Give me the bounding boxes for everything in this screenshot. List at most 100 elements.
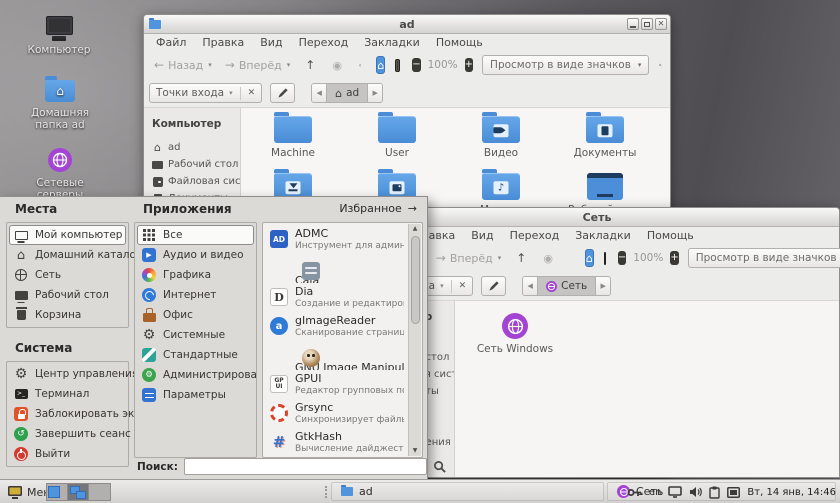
app-item-gtkhash[interactable]: #GtkHashВычисление дайджестов или контро… [263,428,422,457]
stop-icon[interactable]: ◉ [543,252,553,265]
minimize-button[interactable] [627,18,639,30]
sidebar-item-filesystem[interactable]: Файловая систе… [152,173,240,190]
desktop-icon-network-servers[interactable]: Сетевые серверы [22,148,98,201]
app-item-dia[interactable]: DDiaСоздание и редактирование диагра… [263,283,422,312]
clipboard-icon[interactable] [709,486,720,499]
system-lock-screen[interactable]: Заблокировать экран [9,404,126,424]
refresh-icon[interactable] [359,59,361,72]
workspace-3[interactable] [89,484,110,500]
menu-view[interactable]: Вид [252,35,290,50]
scroll-down-icon[interactable]: ▼ [409,446,421,456]
category-office[interactable]: Офис [137,305,254,325]
breadcrumb-current[interactable]: Сеть [537,277,596,295]
back-dropdown-icon[interactable]: ▾ [208,61,212,69]
app-item-admc[interactable]: ADADMCИнструмент для администрировани… [263,225,422,254]
workspace-2[interactable] [68,484,89,500]
edit-location-button[interactable] [481,276,506,296]
zoom-in-button[interactable]: + [465,58,473,72]
category-audio-video[interactable]: ▶Аудио и видео [137,245,254,265]
computer-button[interactable] [604,252,606,265]
home-button[interactable]: ⌂ [585,249,594,267]
app-item-caja[interactable]: CajaПросмотр файловой системы в файл… [263,254,422,283]
zoom-out-button[interactable]: − [618,251,626,265]
category-administration[interactable]: ⚙Администрирование [137,365,254,385]
scrollbar-thumb[interactable] [411,236,420,324]
breadcrumb-next-icon[interactable]: ▶ [368,84,382,102]
forward-dropdown-icon[interactable]: ▾ [498,254,502,262]
breadcrumb-prev-icon[interactable]: ◀ [523,277,537,295]
file-item[interactable]: Документы [553,113,657,170]
place-desktop[interactable]: Рабочий стол [9,285,126,305]
breadcrumb-prev-icon[interactable]: ◀ [312,84,326,102]
taskbar-item-ad[interactable]: ad [331,482,604,501]
app-item-gpui[interactable]: GPUIGPUIРедактор групповых политик позво… [263,370,422,399]
zoom-out-button[interactable]: − [412,58,420,72]
screen-settings-icon[interactable] [727,487,740,498]
computer-button[interactable] [395,59,400,72]
system-quit[interactable]: Выйти [9,444,126,464]
category-graphics[interactable]: Графика [137,265,254,285]
menu-file[interactable]: Файл [148,35,194,50]
workspace-switcher[interactable] [46,483,111,501]
file-item[interactable]: Machine [241,113,345,170]
forward-button[interactable]: →Вперёд [436,251,493,265]
breadcrumb-current[interactable]: ⌂ad [326,84,368,102]
menu-bookmarks[interactable]: Закладки [356,35,428,50]
place-my-computer[interactable]: Мой компьютер [9,225,126,245]
app-item-gimp[interactable]: GNU Image Manipulation Progr…Создание из… [263,341,422,370]
menu-help[interactable]: Помощь [639,228,702,243]
file-item[interactable]: User [345,113,449,170]
up-button[interactable]: ↑ [516,251,526,265]
desktop-icon-home-folder[interactable]: ⌂ Домашняя папка ad [14,80,106,131]
scrollbar[interactable]: ▲ ▼ [408,224,421,456]
menu-bookmarks[interactable]: Закладки [567,228,639,243]
home-button[interactable]: ⌂ [376,56,385,74]
menu-search-input[interactable] [184,458,427,475]
category-accessories[interactable]: Стандартные [137,345,254,365]
workspace-1[interactable] [47,484,68,500]
forward-dropdown-icon[interactable]: ▾ [287,61,291,69]
system-control-center[interactable]: ⚙Центр управления [9,364,126,384]
category-preferences[interactable]: Параметры [137,385,254,405]
stop-icon[interactable]: ◉ [332,59,342,72]
file-item[interactable]: Сеть Windows [469,313,561,355]
view-mode-dropdown[interactable]: Просмотр в виде значков▾ [688,248,840,268]
system-logout-session[interactable]: ↺Завершить сеанс [9,424,126,444]
app-item-grsync[interactable]: GrsyncСинхронизирует файлы и директори… [263,399,422,428]
close-sidebar-icon[interactable]: ✕ [459,281,467,291]
zoom-in-button[interactable]: + [670,251,678,265]
view-mode-dropdown[interactable]: Просмотр в виде значков▾ [482,55,649,75]
places-combo[interactable]: Точки входа▾✕ [149,83,262,103]
clock[interactable]: Вт, 14 янв, 14:46 [747,487,836,498]
close-sidebar-icon[interactable]: ✕ [248,88,256,98]
window-list-handle[interactable] [325,486,328,498]
app-item-gimagereader[interactable]: agImageReaderСканирование страниц и расп… [263,312,422,341]
sidebar-item-desktop[interactable]: Рабочий стол [152,156,240,173]
edit-location-button[interactable] [270,83,295,103]
menu-help[interactable]: Помощь [428,35,491,50]
titlebar[interactable]: ad ✕ [144,15,670,34]
display-icon[interactable] [668,486,682,498]
category-system[interactable]: ⚙Системные [137,325,254,345]
close-button[interactable]: ✕ [655,18,667,30]
volume-icon[interactable] [689,486,702,498]
desktop-icon-computer[interactable]: Компьютер [24,16,94,56]
category-all[interactable]: Все [137,225,254,245]
sidebar-item-home[interactable]: ⌂ad [152,139,240,156]
menu-go[interactable]: Переход [502,228,568,243]
back-button[interactable]: ←Назад [154,58,203,72]
favorites-link[interactable]: Избранное→ [262,200,423,218]
menu-go[interactable]: Переход [291,35,357,50]
menu-edit[interactable]: Правка [194,35,252,50]
key-icon[interactable] [627,488,642,497]
keyboard-layout-indicator[interactable]: en [649,487,662,498]
place-home[interactable]: ⌂Домашний каталог [9,245,126,265]
breadcrumb-next-icon[interactable]: ▶ [596,277,610,295]
forward-button[interactable]: →Вперёд [225,58,282,72]
search-icon[interactable] [659,58,662,72]
menu-view[interactable]: Вид [463,228,501,243]
maximize-button[interactable] [641,18,653,30]
place-network[interactable]: Сеть [9,265,126,285]
category-internet[interactable]: Интернет [137,285,254,305]
scroll-up-icon[interactable]: ▲ [409,224,421,234]
